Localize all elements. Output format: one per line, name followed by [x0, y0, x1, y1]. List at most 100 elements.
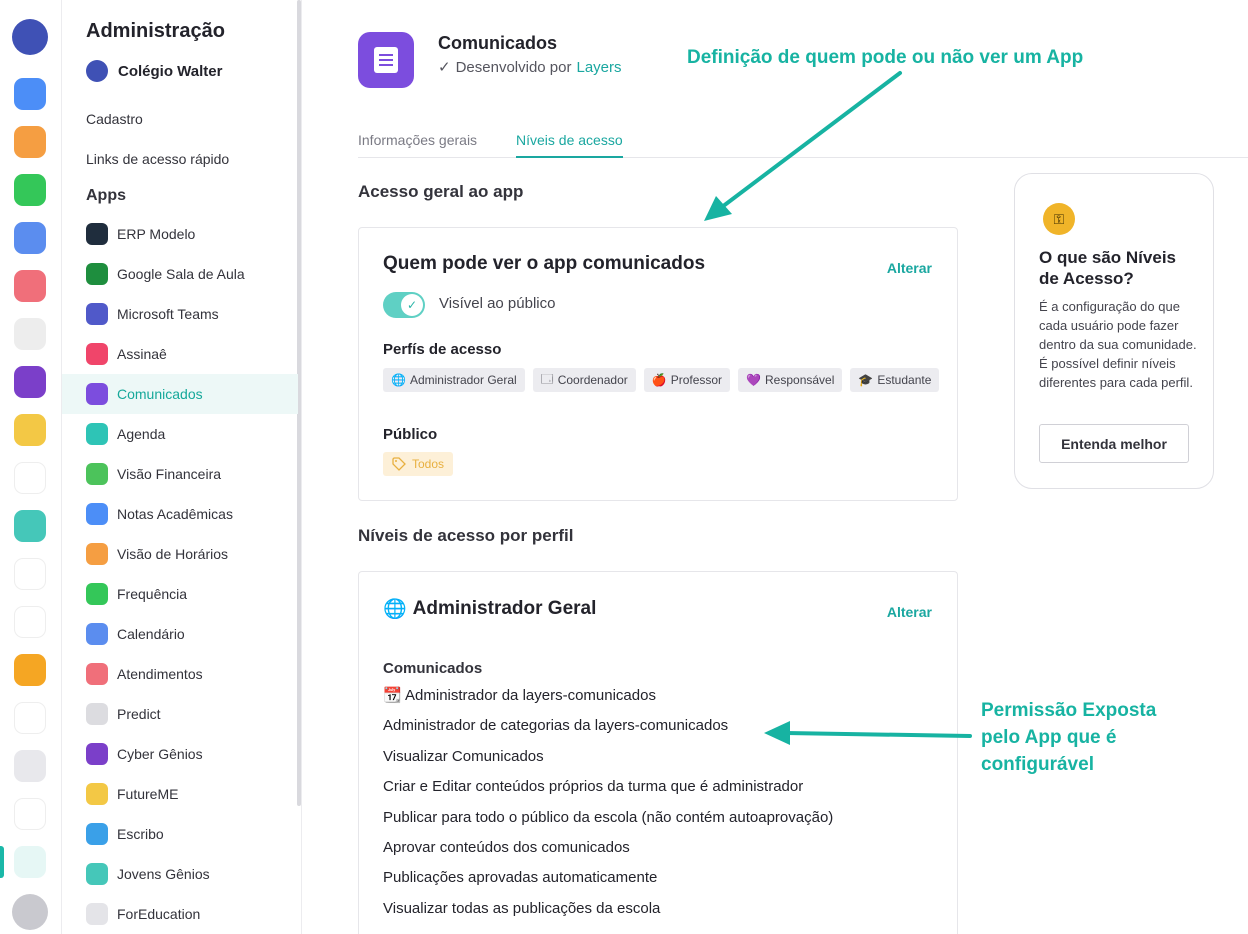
- profile-name: Administrador Geral: [412, 598, 597, 619]
- sidebar-app-foreducation[interactable]: ForEducation: [62, 894, 298, 934]
- sidebar-link-quick-links[interactable]: Links de acesso rápido: [86, 151, 229, 167]
- sidebar-app-label: FutureME: [117, 786, 179, 802]
- profile-chip-label: Administrador Geral: [409, 373, 517, 387]
- sidebar-app-label: ForEducation: [117, 906, 201, 922]
- foreducation-app-icon[interactable]: [14, 558, 46, 590]
- developer-link[interactable]: Layers: [576, 59, 621, 76]
- arrow-top-head: [704, 196, 732, 221]
- app-name: Comunicados: [438, 33, 558, 53]
- sidebar-app-google-sala-de-aula[interactable]: Google Sala de Aula: [62, 254, 298, 294]
- sidebar-app-notas-acad-micas[interactable]: Notas Acadêmicas: [62, 494, 298, 534]
- app-icon: [86, 623, 108, 645]
- document-icon: [374, 47, 398, 73]
- app-icon: [86, 743, 108, 765]
- permission-item: Publicar para todo o público da escola (…: [383, 808, 834, 826]
- sidebar-app-vis-o-financeira[interactable]: Visão Financeira: [62, 454, 298, 494]
- general-access-card: Quem pode ver o app comunicados Alterar …: [358, 227, 958, 501]
- check-icon: ✓: [438, 59, 451, 76]
- tab-bar: Informações gerais Níveis de acesso: [358, 128, 1248, 158]
- sidebar-app-label: Comunicados: [117, 386, 203, 402]
- check-app-icon[interactable]: [14, 174, 46, 206]
- play-app-icon[interactable]: [14, 462, 46, 494]
- app-icon: [86, 263, 108, 285]
- orbit-app-icon[interactable]: [14, 702, 46, 734]
- sidebar-app-cyber-g-nios[interactable]: Cyber Gênios: [62, 734, 298, 774]
- cyber-app-icon[interactable]: [14, 366, 46, 398]
- permission-item: Visualizar todas as publicações da escol…: [383, 899, 661, 917]
- jovens-app-icon[interactable]: [14, 510, 46, 542]
- app-icon: [86, 823, 108, 845]
- gear-icon[interactable]: [14, 846, 46, 878]
- school-selector[interactable]: Colégio Walter: [86, 60, 222, 82]
- sidebar-app-assina-[interactable]: Assinaê: [62, 334, 298, 374]
- profile-chip: 🎓 Estudante: [850, 368, 940, 392]
- sidebar-title: Administração: [86, 20, 225, 42]
- public-visibility-toggle[interactable]: ✓: [383, 292, 425, 318]
- public-heading: Público: [383, 426, 438, 443]
- annotation-side-3: configurável: [981, 754, 1094, 775]
- sidebar-app-futureme[interactable]: FutureME: [62, 774, 298, 814]
- comunicados-app-logo: [358, 32, 414, 88]
- sidebar-app-atendimentos[interactable]: Atendimentos: [62, 654, 298, 694]
- learn-more-button[interactable]: Entenda melhor: [1039, 424, 1189, 463]
- profiles-heading: Perfís de acesso: [383, 341, 502, 358]
- sidebar-app-label: Escribo: [117, 826, 164, 842]
- app-icon: [86, 543, 108, 565]
- profile-chip: 💜 Responsável: [738, 368, 843, 392]
- sidebar-app-vis-o-de-hor-rios[interactable]: Visão de Horários: [62, 534, 298, 574]
- general-access-heading: Acesso geral ao app: [358, 182, 524, 201]
- sidebar-app-predict[interactable]: Predict: [62, 694, 298, 734]
- profile-chip-icon: 🍎: [651, 373, 667, 387]
- permission-group-title: Comunicados: [383, 660, 483, 677]
- predict-app-icon[interactable]: [14, 318, 46, 350]
- chat-app-icon[interactable]: [14, 270, 46, 302]
- redigir-app-icon[interactable]: [14, 606, 46, 638]
- app-icon: [86, 223, 108, 245]
- developer-line: ✓ Desenvolvido por Layers: [438, 58, 622, 77]
- sidebar-app-comunicados[interactable]: Comunicados: [62, 374, 298, 414]
- futureme-app-icon[interactable]: [14, 414, 46, 446]
- profile-chip-icon: 🎓: [858, 373, 874, 387]
- sidebar-app-escribo[interactable]: Escribo: [62, 814, 298, 854]
- school-logo-icon: [86, 60, 108, 82]
- public-chip: Todos: [383, 452, 454, 476]
- clock-app-icon[interactable]: [14, 126, 46, 158]
- profile-chip: 🍎 Professor: [643, 368, 731, 392]
- sidebar-app-microsoft-teams[interactable]: Microsoft Teams: [62, 294, 298, 334]
- avatar-icon[interactable]: [12, 894, 48, 930]
- profile-chip-icon: 🌐: [391, 373, 406, 387]
- app-icon: [86, 343, 108, 365]
- sidebar-link-cadastro[interactable]: Cadastro: [86, 111, 143, 127]
- admin-sidebar: Administração Colégio Walter Cadastro Li…: [62, 0, 302, 934]
- profile-card-title: 🌐 Administrador Geral: [383, 597, 596, 621]
- sidebar-app-jovens-g-nios[interactable]: Jovens Gênios: [62, 854, 298, 894]
- sidebar-app-erp-modelo[interactable]: ERP Modelo: [62, 214, 298, 254]
- tab-access-levels[interactable]: Níveis de acesso: [516, 132, 623, 158]
- sidebar-app-frequ-ncia[interactable]: Frequência: [62, 574, 298, 614]
- sidebar-app-agenda[interactable]: Agenda: [62, 414, 298, 454]
- profile-chip: 🗔 Coordenador: [532, 368, 636, 392]
- app-icon: [86, 463, 108, 485]
- profile-chip-label: Professor: [670, 373, 723, 387]
- calendar-app-icon[interactable]: [14, 222, 46, 254]
- sidebar-app-label: Microsoft Teams: [117, 306, 219, 322]
- app-icon: [86, 583, 108, 605]
- apps-grid-icon[interactable]: [14, 798, 46, 830]
- tag-icon: [392, 457, 406, 471]
- change-profile-button[interactable]: Alterar: [887, 604, 932, 620]
- app-icon: [86, 303, 108, 325]
- tab-general-info[interactable]: Informações gerais: [358, 132, 477, 148]
- folder-icon[interactable]: [14, 750, 46, 782]
- app-icon: [86, 383, 108, 405]
- sidebar-app-label: Cyber Gênios: [117, 746, 203, 762]
- school-switch-icon[interactable]: [12, 19, 48, 55]
- change-visibility-button[interactable]: Alterar: [887, 260, 932, 276]
- star-app-icon[interactable]: [14, 78, 46, 110]
- sidebar-app-calend-rio[interactable]: Calendário: [62, 614, 298, 654]
- arrow-app-icon[interactable]: [14, 654, 46, 686]
- app-icon: [86, 863, 108, 885]
- permission-item: Visualizar Comunicados: [383, 747, 544, 765]
- rail-active-indicator: [0, 846, 4, 878]
- permission-list: Comunicados 📆 Administrador da layers-co…: [383, 660, 833, 929]
- app-icon: [86, 903, 108, 925]
